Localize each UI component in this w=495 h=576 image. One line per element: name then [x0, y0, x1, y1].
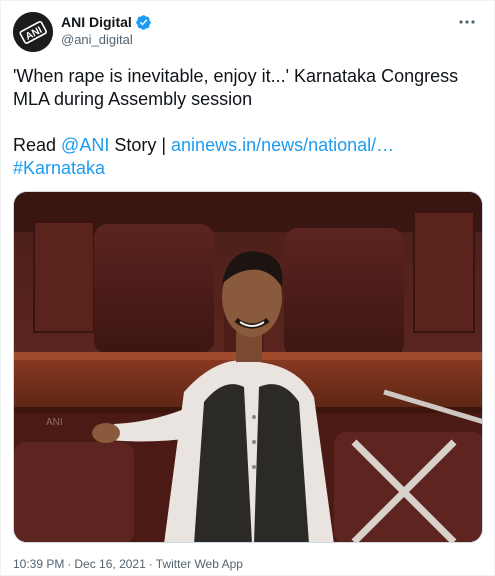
- verified-badge-icon: [135, 14, 152, 31]
- author-name-row: ANI Digital: [61, 13, 152, 31]
- more-dots-icon: [459, 20, 475, 24]
- tweet-date: Dec 16, 2021: [74, 557, 146, 571]
- tweet-text: 'When rape is inevitable, enjoy it...' K…: [13, 65, 481, 180]
- avatar[interactable]: ANI: [13, 12, 53, 52]
- tweet-meta: 10:39 PM · Dec 16, 2021 · Twitter Web App: [13, 557, 243, 571]
- tweet-source[interactable]: Twitter Web App: [156, 557, 243, 571]
- media-watermark: ANI: [46, 417, 63, 428]
- story-text: Story |: [109, 135, 172, 155]
- meta-separator: ·: [67, 557, 72, 571]
- more-options-button[interactable]: [456, 13, 478, 31]
- tweet-time-link[interactable]: 10:39 PM · Dec 16, 2021: [13, 557, 146, 571]
- story-url-link[interactable]: aninews.in/news/national/…: [171, 135, 394, 155]
- tweet-headline: 'When rape is inevitable, enjoy it...' K…: [13, 66, 459, 109]
- author-handle[interactable]: @ani_digital: [61, 32, 133, 47]
- assembly-scene-image: ANI: [14, 192, 482, 542]
- meta-separator-2: ·: [148, 557, 153, 571]
- tweet-time: 10:39 PM: [13, 557, 65, 571]
- text-spacer: [13, 111, 481, 134]
- tweet-read-line: Read @ANI Story | aninews.in/news/nation…: [13, 134, 481, 157]
- tweet-card: ANI ANI Digital @ani_digital 'When rape …: [0, 0, 495, 576]
- mention-link[interactable]: @ANI: [61, 135, 109, 155]
- read-prefix: Read: [13, 135, 62, 155]
- tweet-video-thumbnail[interactable]: ANI: [13, 191, 483, 543]
- ani-logo-icon: ANI: [13, 12, 53, 52]
- hashtag-link[interactable]: #Karnataka: [13, 158, 105, 178]
- display-name[interactable]: ANI Digital: [61, 14, 132, 30]
